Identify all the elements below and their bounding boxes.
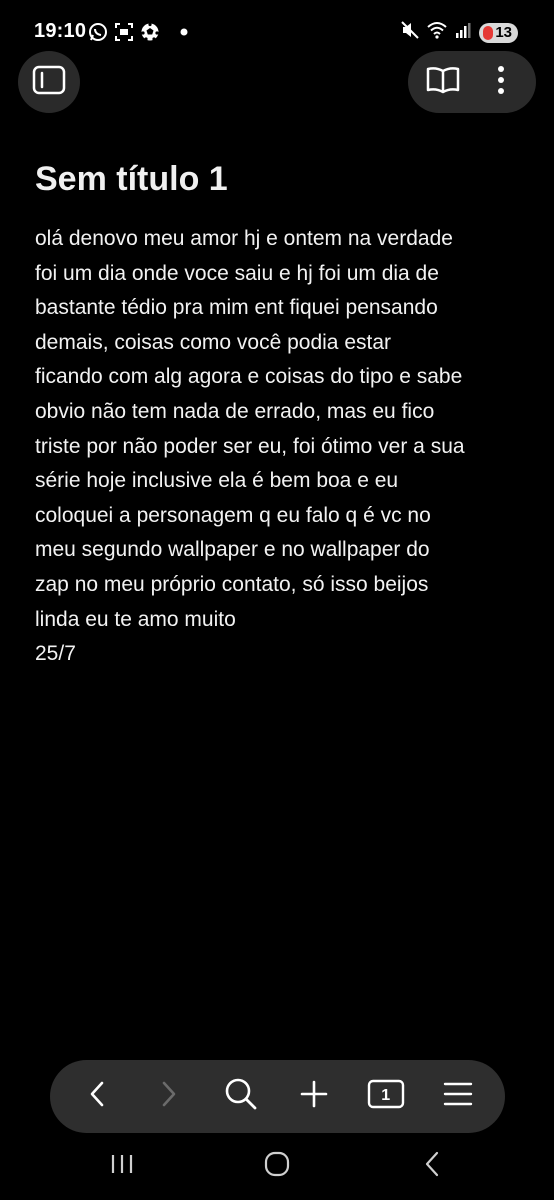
- system-back-button[interactable]: [410, 1146, 454, 1186]
- notification-icons: [88, 22, 188, 42]
- top-actions: [408, 51, 536, 113]
- mute-icon: [401, 21, 420, 44]
- forward-button[interactable]: [144, 1072, 194, 1122]
- screen-record-icon: [114, 22, 134, 42]
- system-status-icons: 13: [401, 21, 518, 44]
- home-icon: [264, 1151, 290, 1182]
- system-back-icon: [424, 1151, 440, 1182]
- search-icon: [224, 1077, 258, 1116]
- note-body: olá denovo meu amor hj e ontem na verdad…: [35, 227, 465, 666]
- sidebar-toggle-icon: [32, 65, 66, 100]
- signal-icon: [455, 22, 471, 43]
- menu-icon: [443, 1081, 473, 1112]
- sidebar-toggle-button[interactable]: [18, 51, 80, 113]
- battery-icon: [483, 25, 494, 40]
- soccer-ball-icon: [140, 22, 160, 42]
- tabs-button[interactable]: 1: [361, 1072, 411, 1122]
- add-icon: [300, 1080, 328, 1113]
- back-icon: [89, 1081, 105, 1112]
- dot-icon: [180, 28, 188, 36]
- battery-level: 13: [495, 24, 512, 41]
- home-button[interactable]: [255, 1146, 299, 1186]
- wifi-icon: [427, 21, 447, 44]
- tab-count: 1: [381, 1086, 391, 1104]
- more-options-button[interactable]: [477, 58, 525, 106]
- system-nav-bar: [0, 1140, 554, 1190]
- more-vertical-icon: [497, 65, 505, 100]
- search-button[interactable]: [216, 1072, 266, 1122]
- whatsapp-icon: [88, 22, 108, 42]
- recents-icon: [110, 1153, 134, 1180]
- forward-icon: [161, 1081, 177, 1112]
- note-title: Sem título 1: [35, 160, 228, 198]
- bottom-toolbar: 1: [50, 1060, 505, 1133]
- browser-menu-button[interactable]: [433, 1072, 483, 1122]
- recents-button[interactable]: [100, 1146, 144, 1186]
- back-button[interactable]: [72, 1072, 122, 1122]
- status-time: 19:10: [34, 20, 87, 42]
- reader-mode-button[interactable]: [419, 58, 467, 106]
- new-tab-button[interactable]: [289, 1072, 339, 1122]
- book-icon: [426, 66, 460, 99]
- battery-indicator: 13: [479, 22, 518, 43]
